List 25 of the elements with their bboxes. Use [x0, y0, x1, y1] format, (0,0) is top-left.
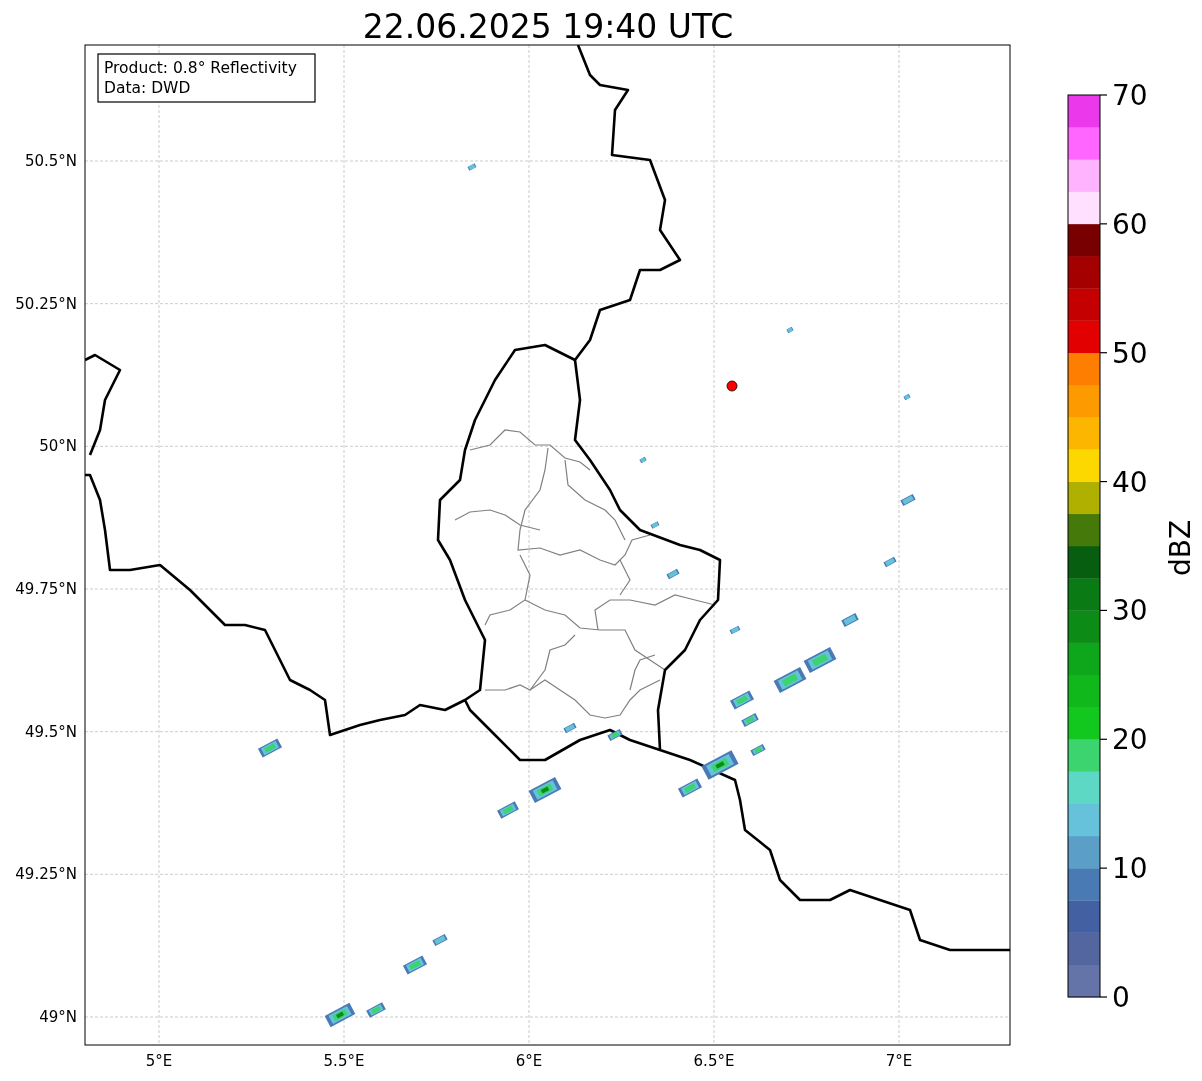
x-tick-label: 6.5°E: [693, 1052, 735, 1070]
y-tick-label: 49.25°N: [15, 865, 77, 884]
chart-title: 22.06.2025 19:40 UTC: [362, 7, 734, 46]
info-text: Data: DWD: [104, 79, 191, 97]
x-tick-label: 5.5°E: [323, 1052, 365, 1070]
colorbar-tick-label: 70: [1112, 79, 1148, 112]
x-tick-label: 7°E: [885, 1052, 913, 1070]
colorbar-tick-label: 0: [1112, 981, 1130, 1014]
y-tick-label: 49°N: [39, 1008, 77, 1026]
radar-site-marker: [726, 380, 738, 392]
colorbar-tick-label: 10: [1112, 852, 1148, 886]
colorbar-tick-label: 20: [1112, 723, 1148, 757]
info-text: Product: 0.8° Reflectivity: [104, 59, 297, 77]
colorbar-tick-label: 50: [1112, 336, 1148, 370]
y-tick-label: 49.75°N: [15, 580, 77, 598]
x-tick-label: 6°E: [515, 1052, 543, 1070]
y-tick-label: 50.5°N: [24, 152, 77, 170]
colorbar-label: dBZ: [1164, 519, 1197, 577]
colorbar-tick-label: 40: [1112, 465, 1148, 499]
x-tick-label: 5°E: [145, 1052, 173, 1070]
colorbar-tick-label: 30: [1112, 594, 1148, 628]
colorbar-tick-label: 60: [1112, 207, 1148, 241]
y-tick-label: 50°N: [39, 437, 77, 456]
y-tick-label: 50.25°N: [15, 294, 77, 313]
y-tick-label: 49.5°N: [24, 722, 77, 741]
